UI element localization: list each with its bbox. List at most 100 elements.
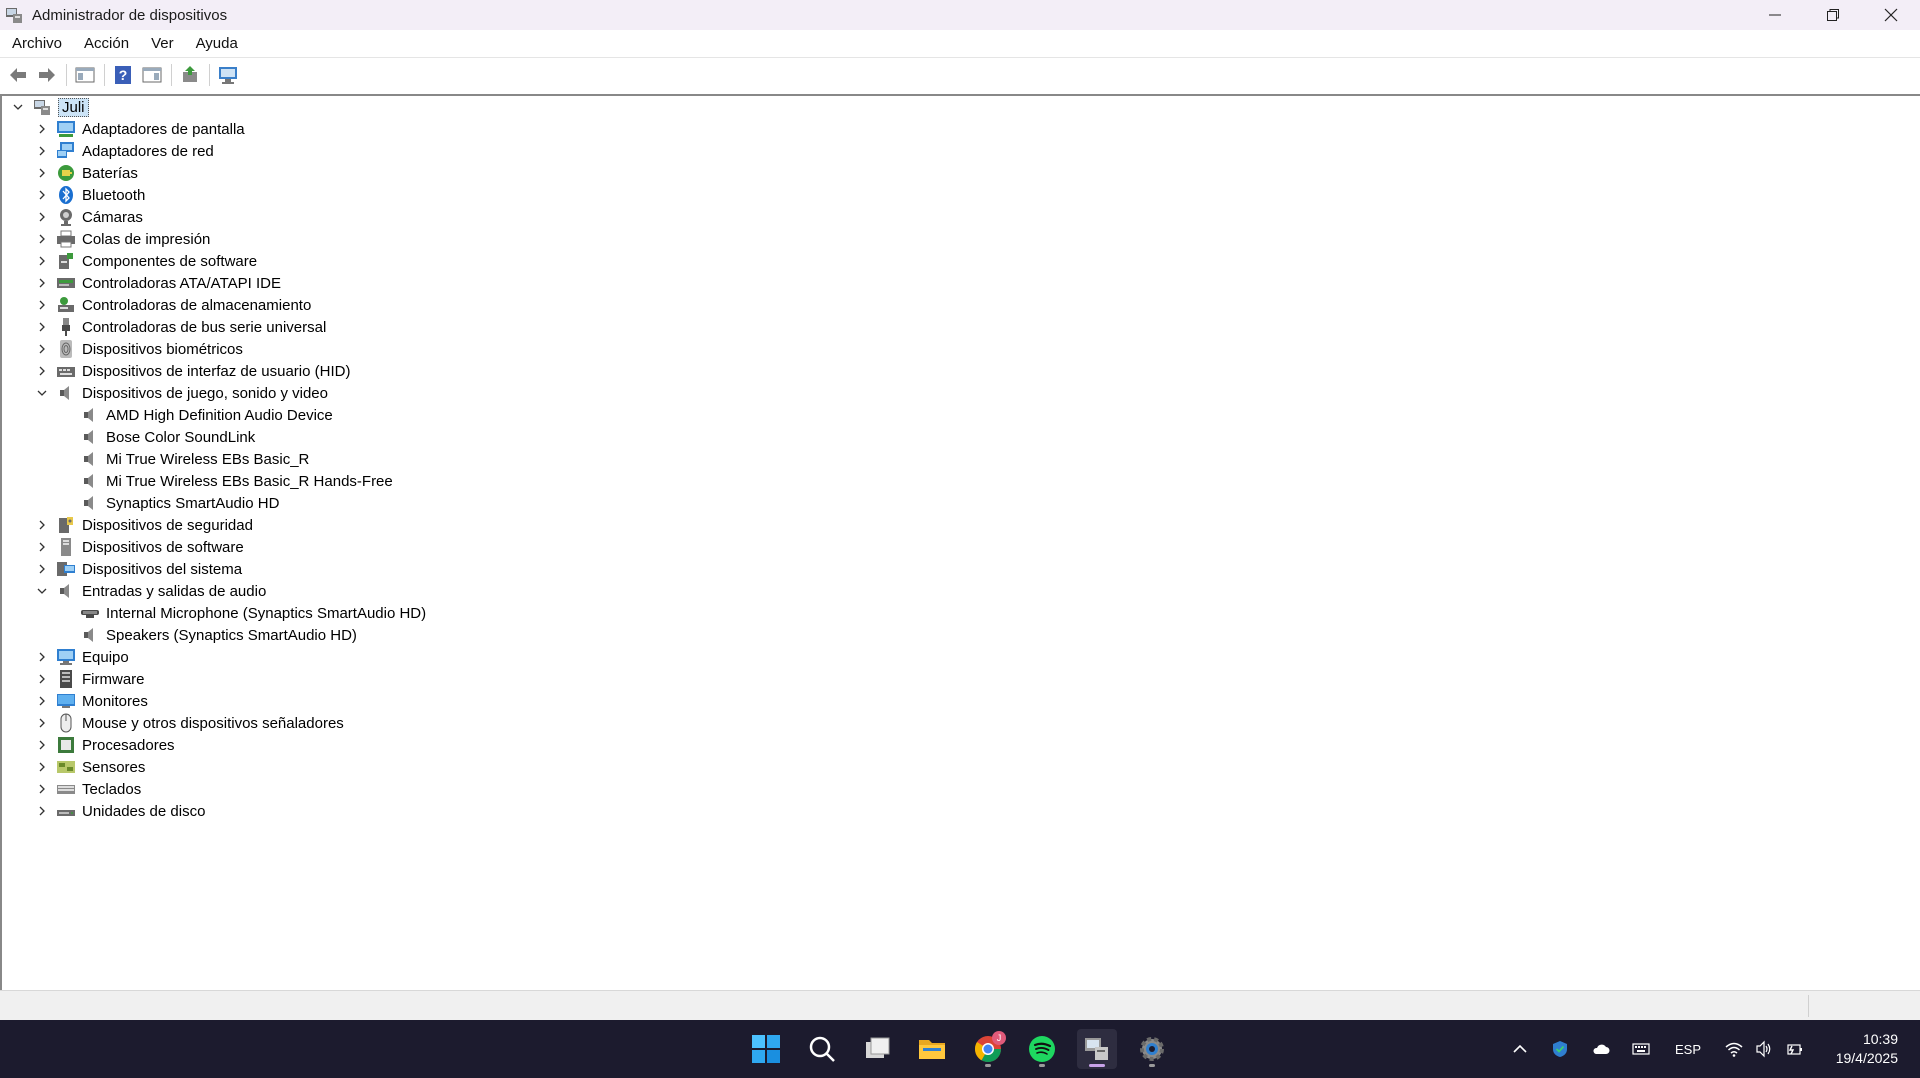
chevron-right-icon[interactable] (34, 756, 50, 778)
toolbar-separator (66, 63, 67, 86)
chevron-right-icon[interactable] (34, 536, 50, 558)
chevron-right-icon[interactable] (34, 712, 50, 734)
chevron-right-icon[interactable] (34, 140, 50, 162)
chevron-right-icon[interactable] (34, 162, 50, 184)
tree-item-cameras[interactable]: Cámaras (34, 206, 143, 228)
menu-ver[interactable]: Ver (139, 35, 184, 52)
chevron-right-icon[interactable] (34, 668, 50, 690)
tree-item-mice[interactable]: Mouse y otros dispositivos señaladores (34, 712, 344, 734)
chevron-down-icon[interactable] (34, 580, 50, 602)
minimize-button[interactable] (1746, 0, 1804, 30)
task-view-button[interactable] (858, 1029, 898, 1069)
menu-accion[interactable]: Acción (72, 35, 139, 52)
tree-device-mi-true-wireless[interactable]: Mi True Wireless EBs Basic_R (58, 448, 309, 470)
chrome-button[interactable]: J (968, 1029, 1008, 1069)
tree-item-monitors[interactable]: Monitores (34, 690, 148, 712)
tree-item-audio-inputs-outputs[interactable]: Entradas y salidas de audio (34, 580, 266, 602)
onedrive-tray-button[interactable] (1588, 1020, 1614, 1078)
network-adapter-icon (56, 141, 76, 161)
tree-item-label: Dispositivos biométricos (82, 340, 243, 358)
chevron-right-icon[interactable] (34, 316, 50, 338)
tree-item-security-devices[interactable]: Dispositivos de seguridad (34, 514, 253, 536)
chevron-right-icon[interactable] (34, 800, 50, 822)
back-button[interactable] (4, 62, 32, 88)
tree-item-system-devices[interactable]: Dispositivos del sistema (34, 558, 242, 580)
menu-ayuda[interactable]: Ayuda (184, 35, 248, 52)
tree-device-internal-microphone[interactable]: Internal Microphone (Synaptics SmartAudi… (58, 602, 426, 624)
clock[interactable]: 10:39 19/4/2025 (1836, 1030, 1898, 1068)
chevron-right-icon[interactable] (34, 184, 50, 206)
tree-item-firmware[interactable]: Firmware (34, 668, 145, 690)
tree-root-label[interactable]: Juli (58, 97, 89, 117)
show-hidden-icons-button[interactable] (1508, 1020, 1532, 1078)
menu-archivo[interactable]: Archivo (0, 35, 72, 52)
tree-item-bluetooth[interactable]: Bluetooth (34, 184, 145, 206)
tree-item-software-components[interactable]: Componentes de software (34, 250, 257, 272)
volume-tray-button[interactable] (1752, 1020, 1776, 1078)
chevron-right-icon[interactable] (34, 734, 50, 756)
chevron-down-icon[interactable] (10, 96, 26, 118)
defender-tray-button[interactable] (1548, 1020, 1572, 1078)
device-manager-taskbar-button[interactable] (1077, 1029, 1117, 1069)
chevron-right-icon[interactable] (34, 338, 50, 360)
tree-item-network-adapters[interactable]: Adaptadores de red (34, 140, 214, 162)
tree-item-computer[interactable]: Equipo (34, 646, 129, 668)
system-device-icon (56, 559, 76, 579)
tree-device-speakers-synaptics[interactable]: Speakers (Synaptics SmartAudio HD) (58, 624, 357, 646)
chevron-right-icon[interactable] (34, 228, 50, 250)
tree-item-sensors[interactable]: Sensores (34, 756, 145, 778)
spotify-button[interactable] (1022, 1029, 1062, 1069)
tree-root[interactable]: Juli (10, 96, 89, 118)
tree-device-bose-soundlink[interactable]: Bose Color SoundLink (58, 426, 255, 448)
wifi-tray-button[interactable] (1722, 1020, 1746, 1078)
scan-hardware-button[interactable] (214, 62, 242, 88)
tree-item-hid-devices[interactable]: Dispositivos de interfaz de usuario (HID… (34, 360, 350, 382)
tree-item-display-adapters[interactable]: Adaptadores de pantalla (34, 118, 245, 140)
search-button[interactable] (802, 1029, 842, 1069)
chevron-down-icon[interactable] (34, 382, 50, 404)
show-action-pane-button[interactable] (138, 62, 166, 88)
tree-device-mi-true-wireless-handsfree[interactable]: Mi True Wireless EBs Basic_R Hands-Free (58, 470, 393, 492)
tree-device-amd-audio[interactable]: AMD High Definition Audio Device (58, 404, 333, 426)
speaker-icon (80, 405, 100, 425)
update-driver-button[interactable] (176, 62, 204, 88)
chevron-right-icon[interactable] (34, 690, 50, 712)
tree-device-synaptics-audio[interactable]: Synaptics SmartAudio HD (58, 492, 279, 514)
chevron-right-icon[interactable] (34, 206, 50, 228)
tree-item-usb-controllers[interactable]: Controladoras de bus serie universal (34, 316, 326, 338)
tree-item-ata-controllers[interactable]: Controladoras ATA/ATAPI IDE (34, 272, 281, 294)
tree-item-storage-controllers[interactable]: Controladoras de almacenamiento (34, 294, 311, 316)
battery-tray-button[interactable] (1782, 1020, 1806, 1078)
tree-item-disk-drives[interactable]: Unidades de disco (34, 800, 205, 822)
language-indicator[interactable]: ESP (1664, 1020, 1712, 1078)
tree-device-label: Synaptics SmartAudio HD (106, 494, 280, 512)
tree-item-keyboards[interactable]: Teclados (34, 778, 141, 800)
settings-button[interactable] (1132, 1029, 1172, 1069)
chevron-right-icon[interactable] (34, 558, 50, 580)
chevron-right-icon[interactable] (34, 118, 50, 140)
chevron-right-icon[interactable] (34, 272, 50, 294)
show-hide-console-tree-button[interactable] (71, 62, 99, 88)
tree-item-processors[interactable]: Procesadores (34, 734, 175, 756)
restore-button[interactable] (1804, 0, 1862, 30)
chevron-right-icon[interactable] (34, 778, 50, 800)
tree-item-batteries[interactable]: Baterías (34, 162, 138, 184)
forward-button[interactable] (33, 62, 61, 88)
tree-item-label: Colas de impresión (82, 230, 211, 248)
chevron-right-icon[interactable] (34, 514, 50, 536)
tree-item-biometric-devices[interactable]: Dispositivos biométricos (34, 338, 243, 360)
software-device-icon (56, 537, 76, 557)
close-button[interactable] (1862, 0, 1920, 30)
chevron-right-icon[interactable] (34, 360, 50, 382)
help-button[interactable]: ? (109, 62, 137, 88)
chevron-right-icon[interactable] (34, 294, 50, 316)
chevron-right-icon[interactable] (34, 646, 50, 668)
touch-keyboard-button[interactable] (1628, 1020, 1654, 1078)
file-explorer-button[interactable] (912, 1029, 952, 1069)
tree-item-sound-video-game[interactable]: Dispositivos de juego, sonido y video (34, 382, 328, 404)
usb-icon (56, 317, 76, 337)
start-button[interactable] (746, 1029, 786, 1069)
chevron-right-icon[interactable] (34, 250, 50, 272)
tree-item-software-devices[interactable]: Dispositivos de software (34, 536, 244, 558)
tree-item-print-queues[interactable]: Colas de impresión (34, 228, 210, 250)
